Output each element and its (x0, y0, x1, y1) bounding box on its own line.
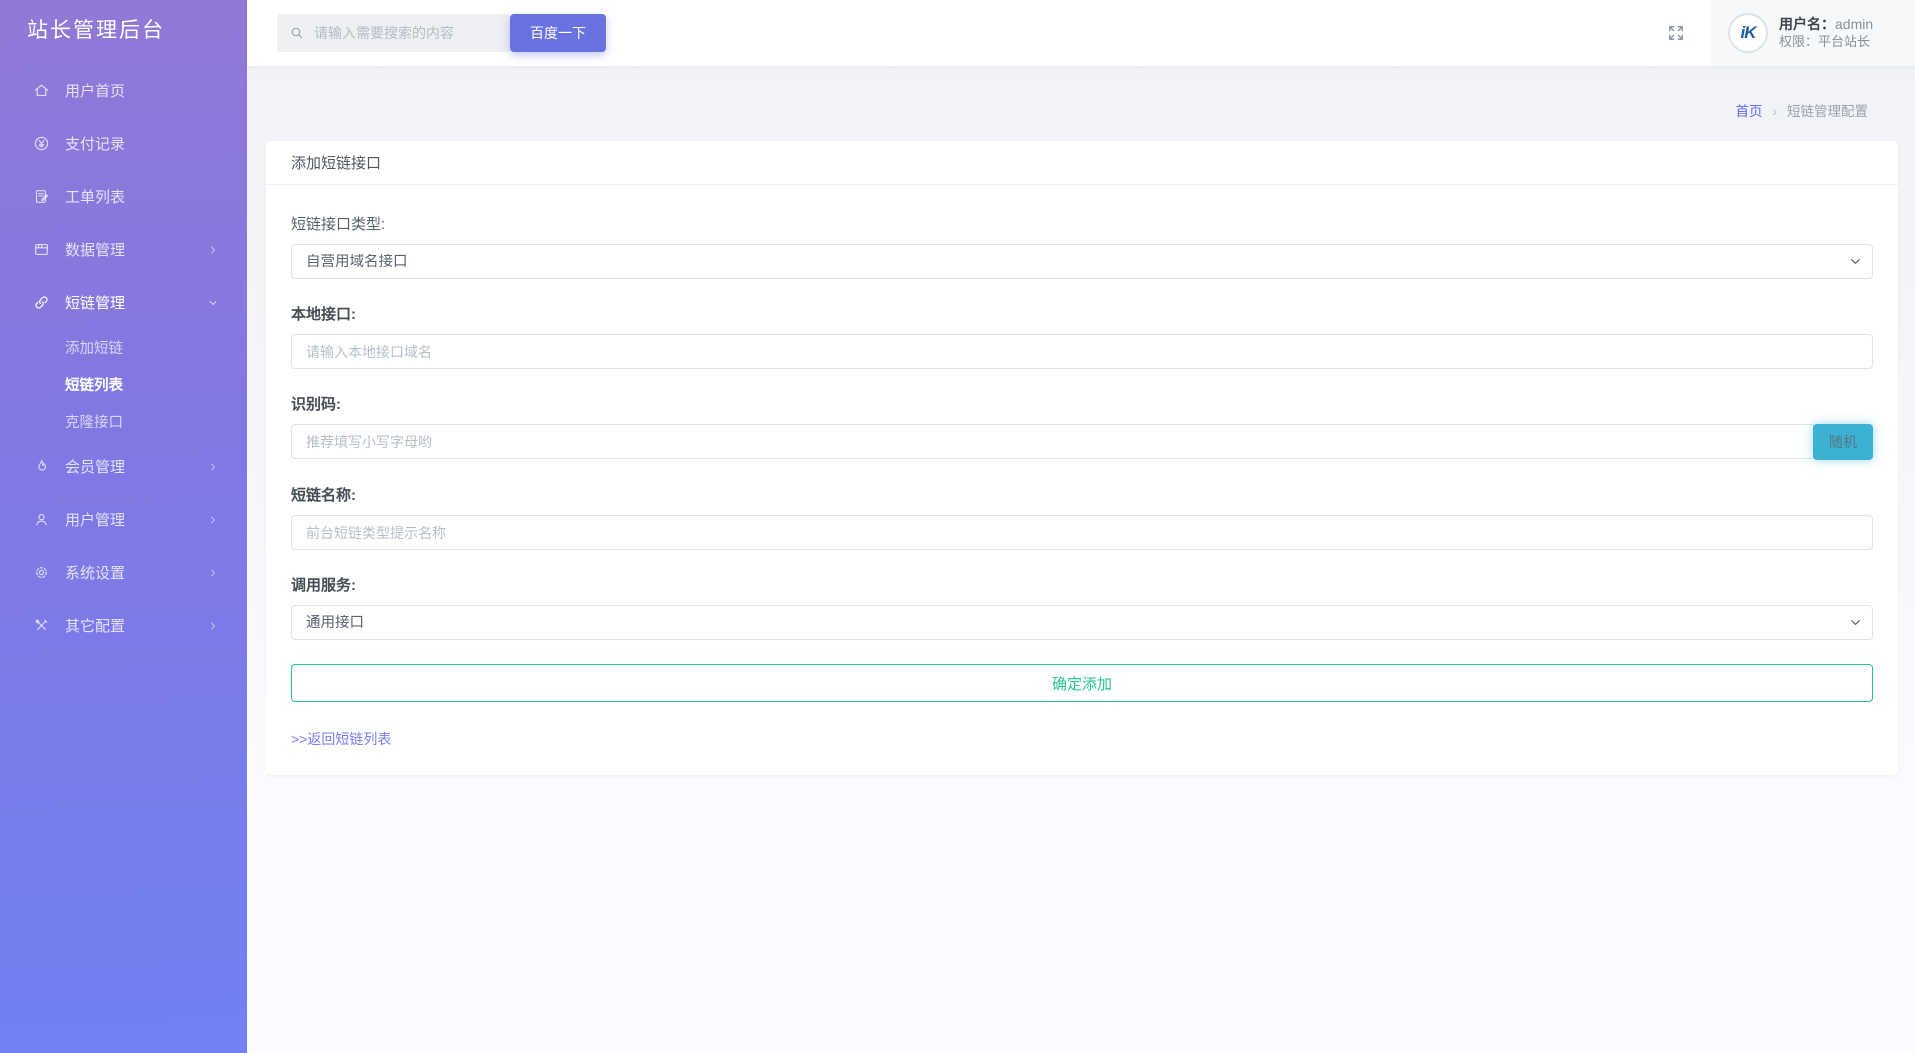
field-label-shortlink-name: 短链名称: (291, 487, 356, 504)
search-button[interactable]: 百度一下 (510, 14, 606, 52)
user-name-label: 用户名： (1779, 16, 1835, 32)
sidebar: 站长管理后台 用户首页 支付记录 工单列表 数据管理 短链管理 添加短链 短链列… (0, 0, 247, 1053)
app-title: 站长管理后台 (27, 19, 165, 42)
field-label-api-type: 短链接口类型: (291, 216, 386, 233)
panel-title: 添加短链接口 (266, 141, 1898, 185)
add-shortlink-form: 短链接口类型: 自营用域名接口 本地接口: 识别码: 随机 短链名称 (266, 185, 1898, 775)
work-order-icon (35, 190, 49, 203)
confirm-add-button[interactable]: 确定添加 (291, 664, 1873, 702)
sidebar-item-user-management[interactable]: 用户管理 (0, 493, 247, 546)
topbar: 百度一下 iK 用户名：admin 权限：平台站长 (247, 0, 1915, 66)
sidebar-item-data-management[interactable]: 数据管理 (0, 223, 247, 276)
user-role-label: 权限： (1779, 34, 1819, 49)
breadcrumb-current: 短链管理配置 (1787, 104, 1868, 119)
sidebar-item-label: 用户首页 (65, 83, 126, 100)
api-type-select[interactable]: 自营用域名接口 (291, 244, 1873, 279)
yen-circle-icon (34, 136, 49, 151)
breadcrumb: 首页 › 短链管理配置 (266, 100, 1898, 120)
search-input-wrap (277, 14, 510, 52)
chevron-right-icon (211, 463, 215, 470)
field-label-service: 调用服务: (291, 577, 356, 594)
breadcrumb-home-link[interactable]: 首页 (1736, 104, 1763, 119)
data-panel-icon (35, 243, 48, 256)
sidebar-item-other-config[interactable]: 其它配置 (0, 599, 247, 652)
search-bar: 百度一下 (277, 14, 606, 52)
chevron-right-icon (211, 246, 215, 253)
user-menu[interactable]: iK 用户名：admin 权限：平台站长 (1710, 0, 1915, 66)
identify-code-input[interactable] (291, 424, 1814, 459)
sidebar-item-work-orders[interactable]: 工单列表 (0, 170, 247, 223)
sidebar-nav: 用户首页 支付记录 工单列表 数据管理 短链管理 添加短链 短链列表 克隆接口 … (0, 64, 247, 652)
gear-icon (36, 567, 47, 578)
add-shortlink-panel: 添加短链接口 短链接口类型: 自营用域名接口 本地接口: 识别码: 随机 (266, 141, 1898, 775)
user-role-value: 平台站长 (1818, 34, 1871, 49)
chevron-down-icon (209, 300, 217, 305)
sidebar-subitem-clone-api[interactable]: 克隆接口 (0, 403, 247, 440)
user-info: 用户名：admin 权限：平台站长 (1779, 15, 1873, 51)
local-api-input[interactable] (291, 334, 1873, 369)
sidebar-item-label: 短链管理 (65, 295, 126, 312)
sidebar-item-system-settings[interactable]: 系统设置 (0, 546, 247, 599)
sidebar-item-label: 支付记录 (65, 136, 126, 153)
back-to-list-link[interactable]: >>返回短链列表 (291, 729, 391, 749)
user-name-row: 用户名：admin (1779, 15, 1873, 33)
sidebar-subitem-label: 克隆接口 (65, 415, 123, 431)
chevron-right-icon (211, 622, 215, 629)
random-code-button[interactable]: 随机 (1813, 424, 1873, 460)
main-area: 百度一下 iK 用户名：admin 权限：平台站长 首页 › 短链管理配置 (247, 0, 1915, 1053)
field-label-local-api: 本地接口: (291, 306, 356, 323)
sidebar-item-payment-records[interactable]: 支付记录 (0, 117, 247, 170)
sidebar-subitem-shortlink-list[interactable]: 短链列表 (0, 366, 247, 403)
sidebar-item-label: 系统设置 (65, 565, 126, 582)
fullscreen-icon[interactable] (1666, 23, 1686, 43)
sidebar-item-shortlink-management[interactable]: 短链管理 (0, 276, 247, 329)
breadcrumb-separator: › (1772, 104, 1778, 119)
search-icon (291, 27, 303, 39)
chevron-right-icon (211, 569, 215, 576)
sidebar-item-label: 其它配置 (65, 618, 126, 635)
identify-code-row: 随机 (291, 424, 1873, 460)
flame-icon (38, 459, 47, 471)
chevron-right-icon (211, 516, 215, 523)
field-label-identify-code: 识别码: (291, 396, 341, 413)
user-icon (36, 513, 47, 526)
user-name-value: admin (1835, 16, 1874, 32)
sidebar-subitem-label: 短链列表 (65, 378, 123, 394)
sidebar-item-label: 数据管理 (65, 242, 126, 259)
link-icon (35, 296, 48, 309)
home-icon (34, 84, 49, 97)
search-input[interactable] (314, 25, 500, 41)
sidebar-item-user-home[interactable]: 用户首页 (0, 64, 247, 117)
user-role-row: 权限：平台站长 (1779, 33, 1873, 51)
shortlink-name-input[interactable] (291, 515, 1873, 550)
avatar: iK (1728, 13, 1768, 53)
sidebar-subitem-label: 添加短链 (65, 341, 123, 357)
service-select-wrap: 通用接口 (291, 605, 1873, 640)
sidebar-item-label: 用户管理 (65, 512, 126, 529)
sidebar-subitem-add-shortlink[interactable]: 添加短链 (0, 329, 247, 366)
sidebar-item-label: 会员管理 (65, 459, 126, 476)
sidebar-item-member-management[interactable]: 会员管理 (0, 440, 247, 493)
app-root: 站长管理后台 用户首页 支付记录 工单列表 数据管理 短链管理 添加短链 短链列… (0, 0, 1915, 1053)
sidebar-item-label: 工单列表 (65, 189, 126, 206)
api-type-select-wrap: 自营用域名接口 (291, 244, 1873, 279)
content-area: 首页 › 短链管理配置 添加短链接口 短链接口类型: 自营用域名接口 本地接口: 识… (247, 66, 1915, 775)
tools-icon (35, 619, 48, 630)
service-select[interactable]: 通用接口 (291, 605, 1873, 640)
